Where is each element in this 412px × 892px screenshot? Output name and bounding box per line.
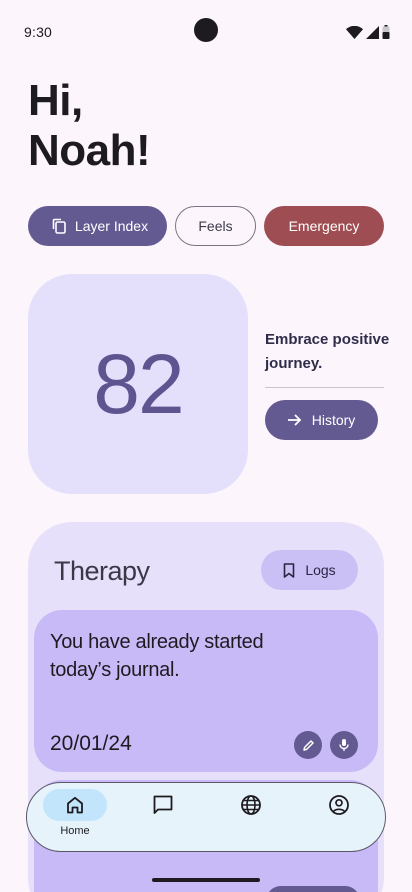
logs-button[interactable]: Logs: [261, 550, 358, 590]
home-icon: [65, 795, 85, 815]
nav-home-label: Home: [60, 825, 90, 837]
voice-note-button[interactable]: [330, 731, 358, 759]
copy-icon: [51, 218, 67, 234]
history-button[interactable]: History: [265, 400, 378, 440]
divider: [265, 387, 384, 388]
feels-chip[interactable]: Feels: [175, 206, 256, 246]
profile-icon: [328, 794, 350, 816]
battery-icon: [382, 25, 390, 39]
score-value: 82: [93, 336, 184, 431]
microphone-icon: [338, 738, 350, 752]
edit-button[interactable]: [294, 731, 322, 759]
emergency-label: Emergency: [288, 218, 360, 234]
status-icons: [346, 25, 390, 39]
bottom-navigation: Home: [26, 782, 386, 852]
bookmark-icon: [283, 562, 295, 578]
journal-date: 20/01/24: [50, 732, 132, 755]
signal-icon: [366, 25, 379, 39]
globe-icon: [240, 794, 262, 816]
nav-item-chat[interactable]: [131, 783, 195, 851]
wifi-icon: [346, 25, 363, 39]
nav-item-explore[interactable]: [219, 783, 283, 851]
history-label: History: [311, 412, 356, 428]
greeting-line-1: Hi,: [28, 76, 83, 125]
logs-label: Logs: [305, 562, 336, 578]
nav-item-profile[interactable]: [307, 783, 371, 851]
greeting-line-2: Noah!: [28, 126, 151, 175]
emergency-chip[interactable]: Emergency: [264, 206, 384, 246]
layer-index-chip[interactable]: Layer Index: [28, 206, 167, 246]
journal-message: You have already started today’s journal…: [50, 631, 264, 681]
nav-item-home[interactable]: Home: [43, 783, 107, 851]
secondary-card-button[interactable]: [266, 886, 360, 892]
arrow-right-icon: [287, 414, 302, 426]
nav-home-indicator: [43, 789, 107, 821]
tagline-text: Embrace positive journey.: [265, 331, 390, 372]
status-time: 9:30: [24, 24, 53, 40]
therapy-title: Therapy: [54, 556, 150, 586]
gesture-handle[interactable]: [152, 878, 260, 882]
chat-icon: [152, 794, 174, 816]
greeting-heading: Hi, Noah!: [28, 76, 151, 176]
layer-index-label: Layer Index: [74, 218, 149, 234]
feels-label: Feels: [198, 218, 233, 234]
score-card: 82: [28, 274, 248, 494]
status-bar: 9:30: [0, 0, 412, 64]
pencil-icon: [302, 739, 315, 752]
camera-cutout: [194, 18, 218, 42]
